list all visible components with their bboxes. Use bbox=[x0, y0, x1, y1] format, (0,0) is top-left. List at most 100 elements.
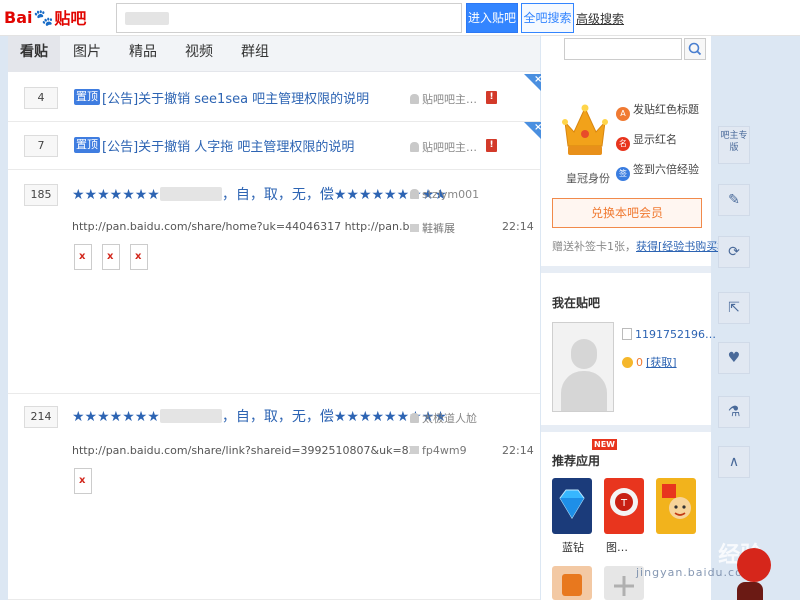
thread-excerpt: http://pan.baidu.com/share/link?shareid=… bbox=[72, 444, 412, 457]
tbean-balance: 0 [获取] bbox=[622, 354, 677, 370]
advanced-search-link[interactable]: 高级搜索 bbox=[576, 10, 624, 27]
app-more-1[interactable] bbox=[552, 566, 592, 600]
pinned-badge: 置顶 bbox=[74, 89, 100, 105]
thread-row[interactable]: 214 ★★★★★★★ ，自，取，无，偿★★★★★★★★★ 太极道人尬 http:… bbox=[8, 394, 540, 600]
side-search-button[interactable] bbox=[684, 38, 706, 60]
logo-text-bai: Bai bbox=[4, 7, 33, 27]
reply-count: 4 bbox=[24, 87, 58, 109]
user-id-link[interactable]: 1191752196… bbox=[622, 328, 716, 341]
app-icon bbox=[562, 574, 582, 596]
exchange-membership-button[interactable]: 兑换本吧会员 bbox=[552, 198, 702, 228]
chevron-up-icon: ∧ bbox=[728, 454, 740, 470]
privilege-red-name: 名显示红名 bbox=[616, 131, 677, 151]
title-stars-left: ★★★★★★★ bbox=[72, 187, 160, 203]
thread-title[interactable]: [公告]关于撤销 see1sea 吧主管理权限的说明 bbox=[102, 88, 369, 107]
pinned-badge: 置顶 bbox=[74, 137, 100, 153]
phone-icon bbox=[622, 328, 632, 340]
section-divider bbox=[541, 266, 711, 273]
report-flag-icon[interactable]: ! bbox=[486, 91, 497, 104]
flask-icon: ⚗ bbox=[727, 404, 741, 420]
thread-author[interactable]: 贴吧吧主… bbox=[410, 91, 477, 107]
svg-text:T: T bbox=[620, 498, 628, 509]
thread-author[interactable]: stzlym001 bbox=[410, 188, 479, 201]
thread-row[interactable]: 185 ★★★★★★★ ，自，取，无，偿★★★★★★★★★ stzlym001 h… bbox=[8, 170, 540, 394]
lab-button[interactable]: ⚗ bbox=[718, 396, 750, 428]
share-button[interactable]: ⇱ bbox=[718, 292, 750, 324]
enter-tieba-button[interactable]: 进入贴吧 bbox=[466, 3, 518, 33]
avatar[interactable] bbox=[552, 322, 614, 412]
gift-info: 赠送补签卡1张，获得[经验书购买权] bbox=[552, 240, 733, 253]
user-icon bbox=[410, 189, 419, 199]
comment-icon bbox=[410, 224, 419, 232]
privilege-red-title: A 发贴红色标题 bbox=[616, 101, 699, 121]
broken-image-icon: x bbox=[79, 251, 86, 262]
tab-videos[interactable]: 视频 bbox=[182, 36, 216, 72]
author-name: 贴吧吧主… bbox=[422, 141, 477, 154]
thread-author[interactable]: 贴吧吧主… bbox=[410, 139, 477, 155]
like-button[interactable]: ♥ bbox=[718, 342, 750, 374]
broken-image-icon: x bbox=[135, 251, 142, 262]
comment-icon bbox=[410, 446, 419, 454]
baidu-tieba-logo[interactable]: Bai 🐾 贴吧 bbox=[4, 4, 86, 30]
blurred-query-text bbox=[125, 12, 169, 25]
reply-count: 7 bbox=[24, 135, 58, 157]
thread-author[interactable]: 太极道人尬 bbox=[410, 410, 477, 426]
tab-posts[interactable]: 看贴 bbox=[8, 36, 60, 72]
share-icon: ⇱ bbox=[728, 300, 740, 316]
tab-featured[interactable]: 精品 bbox=[126, 36, 160, 72]
search-input[interactable] bbox=[116, 3, 462, 33]
logo-text-tieba: 贴吧 bbox=[54, 9, 87, 28]
crown-icon bbox=[562, 104, 608, 155]
thread-title[interactable]: ★★★★★★★ ，自，取，无，偿★★★★★★★★★ bbox=[72, 184, 447, 204]
privilege-checkin-exp: 签签到六倍经验 bbox=[616, 161, 699, 181]
refresh-button[interactable]: ⟳ bbox=[718, 236, 750, 268]
author-name: stzlym001 bbox=[422, 188, 480, 201]
diamond-icon bbox=[559, 489, 585, 519]
side-search-input[interactable] bbox=[564, 38, 682, 60]
thread-list-panel: 看贴 图片 精品 视频 群组 4 置顶 [公告]关于撤销 see1sea 吧主管… bbox=[8, 36, 542, 600]
blurred-title-text bbox=[159, 409, 222, 423]
search-icon bbox=[688, 42, 702, 56]
back-to-top-button[interactable]: ∧ bbox=[718, 446, 750, 478]
heart-icon: ♥ bbox=[727, 350, 741, 366]
edit-post-button[interactable]: ✎ bbox=[718, 184, 750, 216]
thread-title[interactable]: [公告]关于撤销 人字拖 吧主管理权限的说明 bbox=[102, 136, 354, 155]
broken-image-thumb[interactable]: x bbox=[130, 244, 148, 270]
avatar-body-shape bbox=[561, 371, 607, 411]
thread-title[interactable]: ★★★★★★★ ，自，取，无，偿★★★★★★★★★ bbox=[72, 406, 447, 426]
checkin-icon: 签 bbox=[616, 167, 630, 181]
broken-image-thumb[interactable]: x bbox=[102, 244, 120, 270]
thread-row[interactable]: 4 置顶 [公告]关于撤销 see1sea 吧主管理权限的说明 贴吧吧主… ! … bbox=[8, 74, 542, 122]
broken-image-icon: x bbox=[79, 475, 86, 486]
owner-edition-button[interactable]: 吧主专版 bbox=[718, 126, 750, 164]
my-tieba-title: 我在贴吧 bbox=[552, 296, 601, 310]
replier-name: 鞋裤展 bbox=[422, 222, 455, 235]
tab-bar: 看贴 图片 精品 视频 群组 bbox=[8, 36, 540, 72]
app-poker[interactable]: T bbox=[604, 478, 644, 534]
search-all-button[interactable]: 全吧搜索 bbox=[521, 3, 574, 33]
broken-image-thumb[interactable]: x bbox=[74, 468, 92, 494]
last-replier[interactable]: 鞋裤展 bbox=[410, 220, 455, 236]
close-corner-icon[interactable]: × bbox=[524, 122, 542, 140]
tab-images[interactable]: 图片 bbox=[70, 36, 104, 72]
reply-count: 214 bbox=[24, 406, 58, 428]
paw-icon: 🐾 bbox=[33, 7, 54, 27]
close-corner-icon[interactable]: × bbox=[524, 74, 542, 92]
crown-identity-label: 皇冠身份 bbox=[566, 172, 610, 185]
report-flag-icon[interactable]: ! bbox=[486, 139, 497, 152]
app-game[interactable] bbox=[656, 478, 696, 534]
last-reply-time: 22:14 bbox=[502, 220, 534, 233]
new-badge: NEW bbox=[592, 439, 617, 450]
thread-excerpt: http://pan.baidu.com/share/home?uk=44046… bbox=[72, 220, 412, 233]
reply-count: 185 bbox=[24, 184, 58, 206]
tab-groups[interactable]: 群组 bbox=[238, 36, 272, 72]
red-name-icon: 名 bbox=[616, 137, 630, 151]
app-blue-diamond[interactable] bbox=[552, 478, 592, 534]
thread-row[interactable]: 7 置顶 [公告]关于撤销 人字拖 吧主管理权限的说明 贴吧吧主… ! × bbox=[8, 122, 542, 170]
mascot-base-shape bbox=[737, 582, 763, 600]
app-label: 蓝钻 bbox=[562, 541, 584, 554]
broken-image-thumb[interactable]: x bbox=[74, 244, 92, 270]
last-replier[interactable]: fp4wm9 bbox=[410, 444, 467, 457]
get-coins-link[interactable]: [获取] bbox=[646, 356, 677, 369]
red-title-icon: A bbox=[616, 107, 630, 121]
